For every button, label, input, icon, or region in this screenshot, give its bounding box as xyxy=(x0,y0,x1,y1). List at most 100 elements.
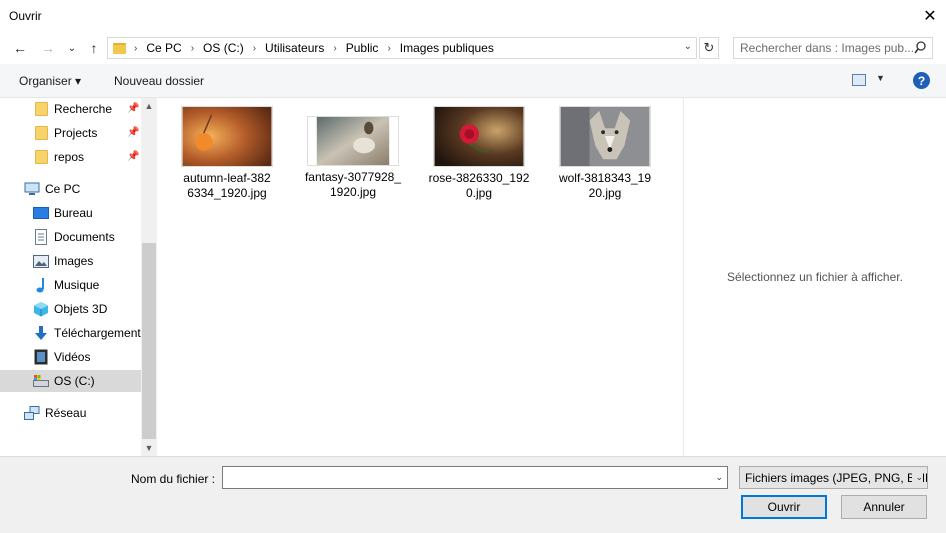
file-type-filter-select[interactable]: Fichiers images (JPEG, PNG, BMP ⌄ xyxy=(739,466,928,489)
sidebar-item-label: repos xyxy=(54,150,85,164)
videos-icon xyxy=(33,349,49,365)
sidebar-item-label: OS (C:) xyxy=(54,374,95,388)
pin-icon[interactable]: 📌 xyxy=(127,103,139,114)
fantasy-thumbnail xyxy=(307,116,399,166)
sidebar-item-label: Projects xyxy=(54,126,98,140)
navigation-pane: Recherche 📌 Projects 📌 repos 📌 Ce PC Bur… xyxy=(0,98,157,456)
file-name: fantasy-3077928_ 1920.jpg xyxy=(304,170,402,199)
sidebar-item-documents[interactable]: Documents xyxy=(33,226,141,248)
scroll-up-icon[interactable]: ▲ xyxy=(141,98,157,114)
file-name: wolf-3818343_19 20.jpg xyxy=(558,171,652,200)
filename-dropdown-icon[interactable]: ⌄ xyxy=(715,472,723,483)
file-item[interactable]: wolf-3818343_19 20.jpg xyxy=(545,106,665,201)
breadcrumb-separator: › xyxy=(134,42,138,54)
breadcrumb-ce-pc[interactable]: Ce PC xyxy=(146,41,181,55)
recent-locations-chevron-icon[interactable]: ⌄ xyxy=(63,39,81,57)
folder-icon xyxy=(33,149,49,165)
sidebar-item-telechargements[interactable]: Téléchargements xyxy=(33,322,141,344)
sidebar-item-label: Téléchargements xyxy=(54,326,141,340)
music-icon xyxy=(33,277,49,293)
pictures-icon xyxy=(33,253,49,269)
file-list: autumn-leaf-382 6334_1920.jpg fantasy-307… xyxy=(158,98,683,456)
wolf-thumbnail xyxy=(559,106,651,167)
close-icon[interactable]: ✕ xyxy=(914,0,946,32)
navigation-bar: ← → ⌄ ↑ › Ce PC › OS (C:) › Utilisateurs… xyxy=(0,32,946,64)
sidebar-item-musique[interactable]: Musique xyxy=(33,274,141,296)
search-input[interactable]: Rechercher dans : Images pub... xyxy=(733,37,933,59)
rose-thumbnail xyxy=(433,106,525,167)
sidebar-item-label: Objets 3D xyxy=(54,302,108,316)
sidebar-item-objets-3d[interactable]: Objets 3D xyxy=(33,298,141,320)
downloads-icon xyxy=(33,325,49,341)
breadcrumb-public[interactable]: Public xyxy=(346,41,379,55)
sidebar-item-label: Documents xyxy=(54,230,115,244)
filter-dropdown-icon[interactable]: ⌄ xyxy=(912,472,923,483)
file-name: autumn-leaf-382 6334_1920.jpg xyxy=(183,171,271,200)
breadcrumb-separator[interactable]: › xyxy=(387,43,390,54)
sidebar-item-label: Bureau xyxy=(54,206,93,220)
search-icon xyxy=(914,41,926,54)
preview-message: Sélectionnez un fichier à afficher. xyxy=(727,270,903,284)
pin-icon[interactable]: 📌 xyxy=(127,127,139,138)
view-options-dropdown-icon[interactable]: ▼ xyxy=(876,73,885,83)
breadcrumb-os-c[interactable]: OS (C:) xyxy=(203,41,244,55)
sidebar-item-ce-pc[interactable]: Ce PC xyxy=(24,178,141,200)
address-dropdown-icon[interactable]: ⌄ xyxy=(684,41,692,52)
sidebar-item-label: Vidéos xyxy=(54,350,91,364)
title-bar: Ouvrir ✕ xyxy=(0,0,946,32)
folder-icon xyxy=(33,125,49,141)
open-button[interactable]: Ouvrir xyxy=(741,495,827,519)
sidebar-item-repos[interactable]: repos xyxy=(33,146,141,168)
documents-icon xyxy=(33,229,49,245)
preview-pane: Sélectionnez un fichier à afficher. xyxy=(683,98,946,456)
cancel-button[interactable]: Annuler xyxy=(841,495,927,519)
computer-icon xyxy=(24,181,40,197)
change-view-icon[interactable] xyxy=(852,74,866,86)
command-toolbar: Organiser ▾ Nouveau dossier ▼ ? xyxy=(0,64,946,98)
sidebar-item-recherche[interactable]: Recherche xyxy=(33,98,141,120)
sidebar-item-reseau[interactable]: Réseau xyxy=(24,402,141,424)
window-title: Ouvrir xyxy=(9,9,42,23)
breadcrumb-utilisateurs[interactable]: Utilisateurs xyxy=(265,41,324,55)
sidebar-item-label: Réseau xyxy=(45,406,87,420)
3d-objects-icon xyxy=(33,301,49,317)
sidebar-item-label: Images xyxy=(54,254,94,268)
file-item[interactable]: fantasy-3077928_ 1920.jpg xyxy=(293,106,413,200)
search-placeholder: Rechercher dans : Images pub... xyxy=(740,41,915,55)
sidebar-item-os-c[interactable]: OS (C:) xyxy=(0,370,141,392)
back-arrow-icon[interactable]: ← xyxy=(11,39,29,57)
new-folder-button[interactable]: Nouveau dossier xyxy=(114,74,204,88)
breadcrumb-separator[interactable]: › xyxy=(333,43,336,54)
sidebar-scrollbar[interactable]: ▲ ▼ xyxy=(141,98,157,456)
file-item[interactable]: rose-3826330_192 0.jpg xyxy=(419,106,539,201)
sidebar-item-label: Recherche xyxy=(54,102,113,116)
forward-arrow-icon[interactable]: → xyxy=(39,39,57,57)
pin-icon[interactable]: 📌 xyxy=(127,151,139,162)
sidebar-item-bureau[interactable]: Bureau xyxy=(33,202,141,224)
network-icon xyxy=(24,405,40,421)
dialog-footer: Nom du fichier : ⌄ Fichiers images (JPEG… xyxy=(0,456,946,533)
help-icon[interactable]: ? xyxy=(913,72,930,89)
scroll-down-icon[interactable]: ▼ xyxy=(141,440,157,456)
folder-icon xyxy=(33,101,49,117)
breadcrumb-separator[interactable]: › xyxy=(253,43,256,54)
file-item[interactable]: autumn-leaf-382 6334_1920.jpg xyxy=(167,106,287,201)
autumn-leaf-thumbnail xyxy=(181,106,273,167)
file-type-filter-value: Fichiers images (JPEG, PNG, BMP xyxy=(745,470,928,485)
sidebar-item-projects[interactable]: Projects xyxy=(33,122,141,144)
desktop-icon xyxy=(33,205,49,221)
organize-menu-button[interactable]: Organiser ▾ xyxy=(19,74,81,88)
address-bar[interactable]: › Ce PC › OS (C:) › Utilisateurs › Publi… xyxy=(107,37,697,59)
filename-input[interactable]: ⌄ xyxy=(222,466,728,489)
up-arrow-icon[interactable]: ↑ xyxy=(85,39,103,57)
scrollbar-thumb[interactable] xyxy=(142,243,156,439)
refresh-icon[interactable]: ↻ xyxy=(699,37,719,59)
folder-icon xyxy=(113,42,126,54)
breadcrumb-separator[interactable]: › xyxy=(191,43,194,54)
sidebar-item-videos[interactable]: Vidéos xyxy=(33,346,141,368)
breadcrumb-images-publiques[interactable]: Images publiques xyxy=(400,41,494,55)
sidebar-item-images[interactable]: Images xyxy=(33,250,141,272)
sidebar-item-label: Ce PC xyxy=(45,182,81,196)
drive-icon xyxy=(33,373,49,389)
file-name: rose-3826330_192 0.jpg xyxy=(428,171,530,200)
